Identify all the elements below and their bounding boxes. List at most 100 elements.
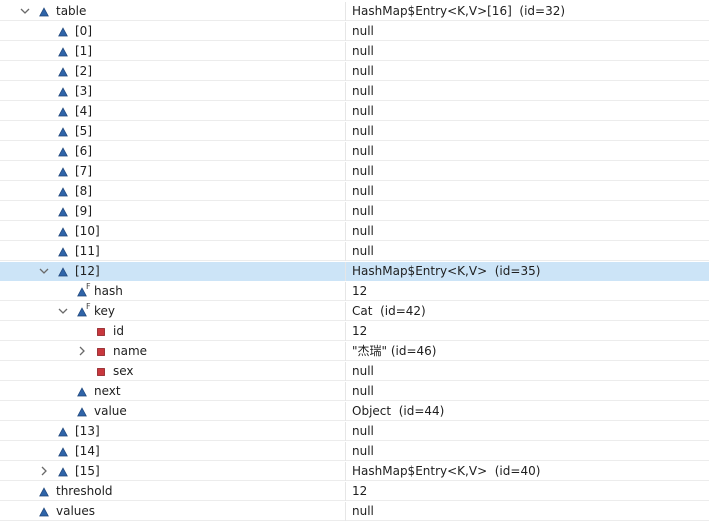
name-cell: [6]	[0, 142, 346, 161]
tree-row-key[interactable]: Fkey Cat (id=42)	[0, 302, 709, 321]
chevron-right-icon[interactable]	[76, 342, 88, 361]
tree-row-14[interactable]: [14] null	[0, 442, 709, 461]
name-cell: [11]	[0, 242, 346, 261]
tree-row-id[interactable]: id 12	[0, 322, 709, 341]
variable-name: table	[56, 4, 87, 18]
variable-name: threshold	[56, 484, 113, 498]
tree-row-13[interactable]: [13] null	[0, 422, 709, 441]
field-icon	[58, 62, 72, 81]
private-field-icon	[96, 362, 110, 381]
variable-name: [8]	[75, 184, 92, 198]
name-cell: [8]	[0, 182, 346, 201]
chevron-down-icon[interactable]	[57, 302, 69, 321]
chevron-down-icon[interactable]	[38, 262, 50, 281]
variable-name: [11]	[75, 244, 100, 258]
variable-value: null	[352, 364, 374, 378]
variable-name: [14]	[75, 444, 100, 458]
variable-name: sex	[113, 364, 134, 378]
field-icon	[58, 242, 72, 261]
tree-row-11[interactable]: [11] null	[0, 242, 709, 261]
name-cell: [4]	[0, 102, 346, 121]
tree-row-values[interactable]: values null	[0, 502, 709, 521]
variable-name: next	[94, 384, 121, 398]
field-icon	[58, 22, 72, 41]
tree-row-15[interactable]: [15] HashMap$Entry<K,V> (id=40)	[0, 462, 709, 481]
name-cell: [10]	[0, 222, 346, 241]
name-cell: [9]	[0, 202, 346, 221]
variable-value: null	[352, 104, 374, 118]
name-cell: [0]	[0, 22, 346, 41]
tree-row-value[interactable]: value Object (id=44)	[0, 402, 709, 421]
name-cell: next	[0, 382, 346, 401]
variables-tree[interactable]: table HashMap$Entry<K,V>[16] (id=32) [0] nu…	[0, 0, 709, 525]
variable-value: HashMap$Entry<K,V> (id=40)	[352, 464, 541, 478]
variable-value: null	[352, 384, 374, 398]
variable-name: [2]	[75, 64, 92, 78]
tree-row-table[interactable]: table HashMap$Entry<K,V>[16] (id=32)	[0, 2, 709, 21]
tree-row-next[interactable]: next null	[0, 382, 709, 401]
variable-name: value	[94, 404, 127, 418]
variable-value: "杰瑞" (id=46)	[352, 344, 437, 358]
name-cell: [5]	[0, 122, 346, 141]
variable-value: Object (id=44)	[352, 404, 445, 418]
tree-row-name[interactable]: name "杰瑞" (id=46)	[0, 342, 709, 361]
name-cell: sex	[0, 362, 346, 381]
name-cell: values	[0, 502, 346, 521]
field-icon	[58, 202, 72, 221]
tree-row-12[interactable]: [12] HashMap$Entry<K,V> (id=35)	[0, 262, 709, 281]
tree-row-3[interactable]: [3] null	[0, 82, 709, 101]
tree-row-9[interactable]: [9] null	[0, 202, 709, 221]
variable-value: null	[352, 144, 374, 158]
name-cell: [7]	[0, 162, 346, 181]
name-cell: [12]	[0, 262, 346, 281]
variable-name: values	[56, 504, 96, 518]
variable-name: [6]	[75, 144, 92, 158]
variable-value: HashMap$Entry<K,V>[16] (id=32)	[352, 4, 566, 18]
variable-value: HashMap$Entry<K,V> (id=35)	[352, 264, 541, 278]
variable-value: 12	[352, 324, 368, 338]
variable-value: null	[352, 64, 374, 78]
name-cell: Fkey	[0, 302, 346, 321]
name-cell: table	[0, 2, 346, 21]
variable-name: [15]	[75, 464, 100, 478]
tree-row-1[interactable]: [1] null	[0, 42, 709, 61]
tree-row-10[interactable]: [10] null	[0, 222, 709, 241]
field-icon	[77, 382, 91, 401]
tree-row-5[interactable]: [5] null	[0, 122, 709, 141]
name-cell: [14]	[0, 442, 346, 461]
tree-row-sex[interactable]: sex null	[0, 362, 709, 381]
variable-value: 12	[352, 284, 368, 298]
tree-row-6[interactable]: [6] null	[0, 142, 709, 161]
tree-row-8[interactable]: [8] null	[0, 182, 709, 201]
tree-row-4[interactable]: [4] null	[0, 102, 709, 121]
name-cell: [13]	[0, 422, 346, 441]
variable-name: [13]	[75, 424, 100, 438]
field-icon	[58, 162, 72, 181]
tree-row-threshold[interactable]: threshold 12	[0, 482, 709, 501]
variable-value: null	[352, 164, 374, 178]
field-icon	[58, 42, 72, 61]
variable-name: hash	[94, 284, 123, 298]
chevron-down-icon[interactable]	[19, 2, 31, 21]
tree-row-hash[interactable]: Fhash 12	[0, 282, 709, 301]
variable-name: [7]	[75, 164, 92, 178]
tree-row-2[interactable]: [2] null	[0, 62, 709, 81]
variable-value: null	[352, 24, 374, 38]
variable-name: [3]	[75, 84, 92, 98]
variable-value: null	[352, 44, 374, 58]
variable-value: null	[352, 84, 374, 98]
field-icon	[39, 502, 53, 521]
variable-name: [12]	[75, 264, 100, 278]
chevron-right-icon[interactable]	[38, 462, 50, 481]
tree-row-0[interactable]: [0] null	[0, 22, 709, 41]
variable-name: name	[113, 344, 148, 358]
private-field-icon	[96, 322, 110, 341]
field-icon	[58, 122, 72, 141]
field-icon	[58, 442, 72, 461]
variable-value: null	[352, 444, 374, 458]
field-icon	[58, 182, 72, 201]
final-modifier-icon: F	[86, 282, 91, 291]
name-cell: Fhash	[0, 282, 346, 301]
variable-name: [1]	[75, 44, 92, 58]
tree-row-7[interactable]: [7] null	[0, 162, 709, 181]
